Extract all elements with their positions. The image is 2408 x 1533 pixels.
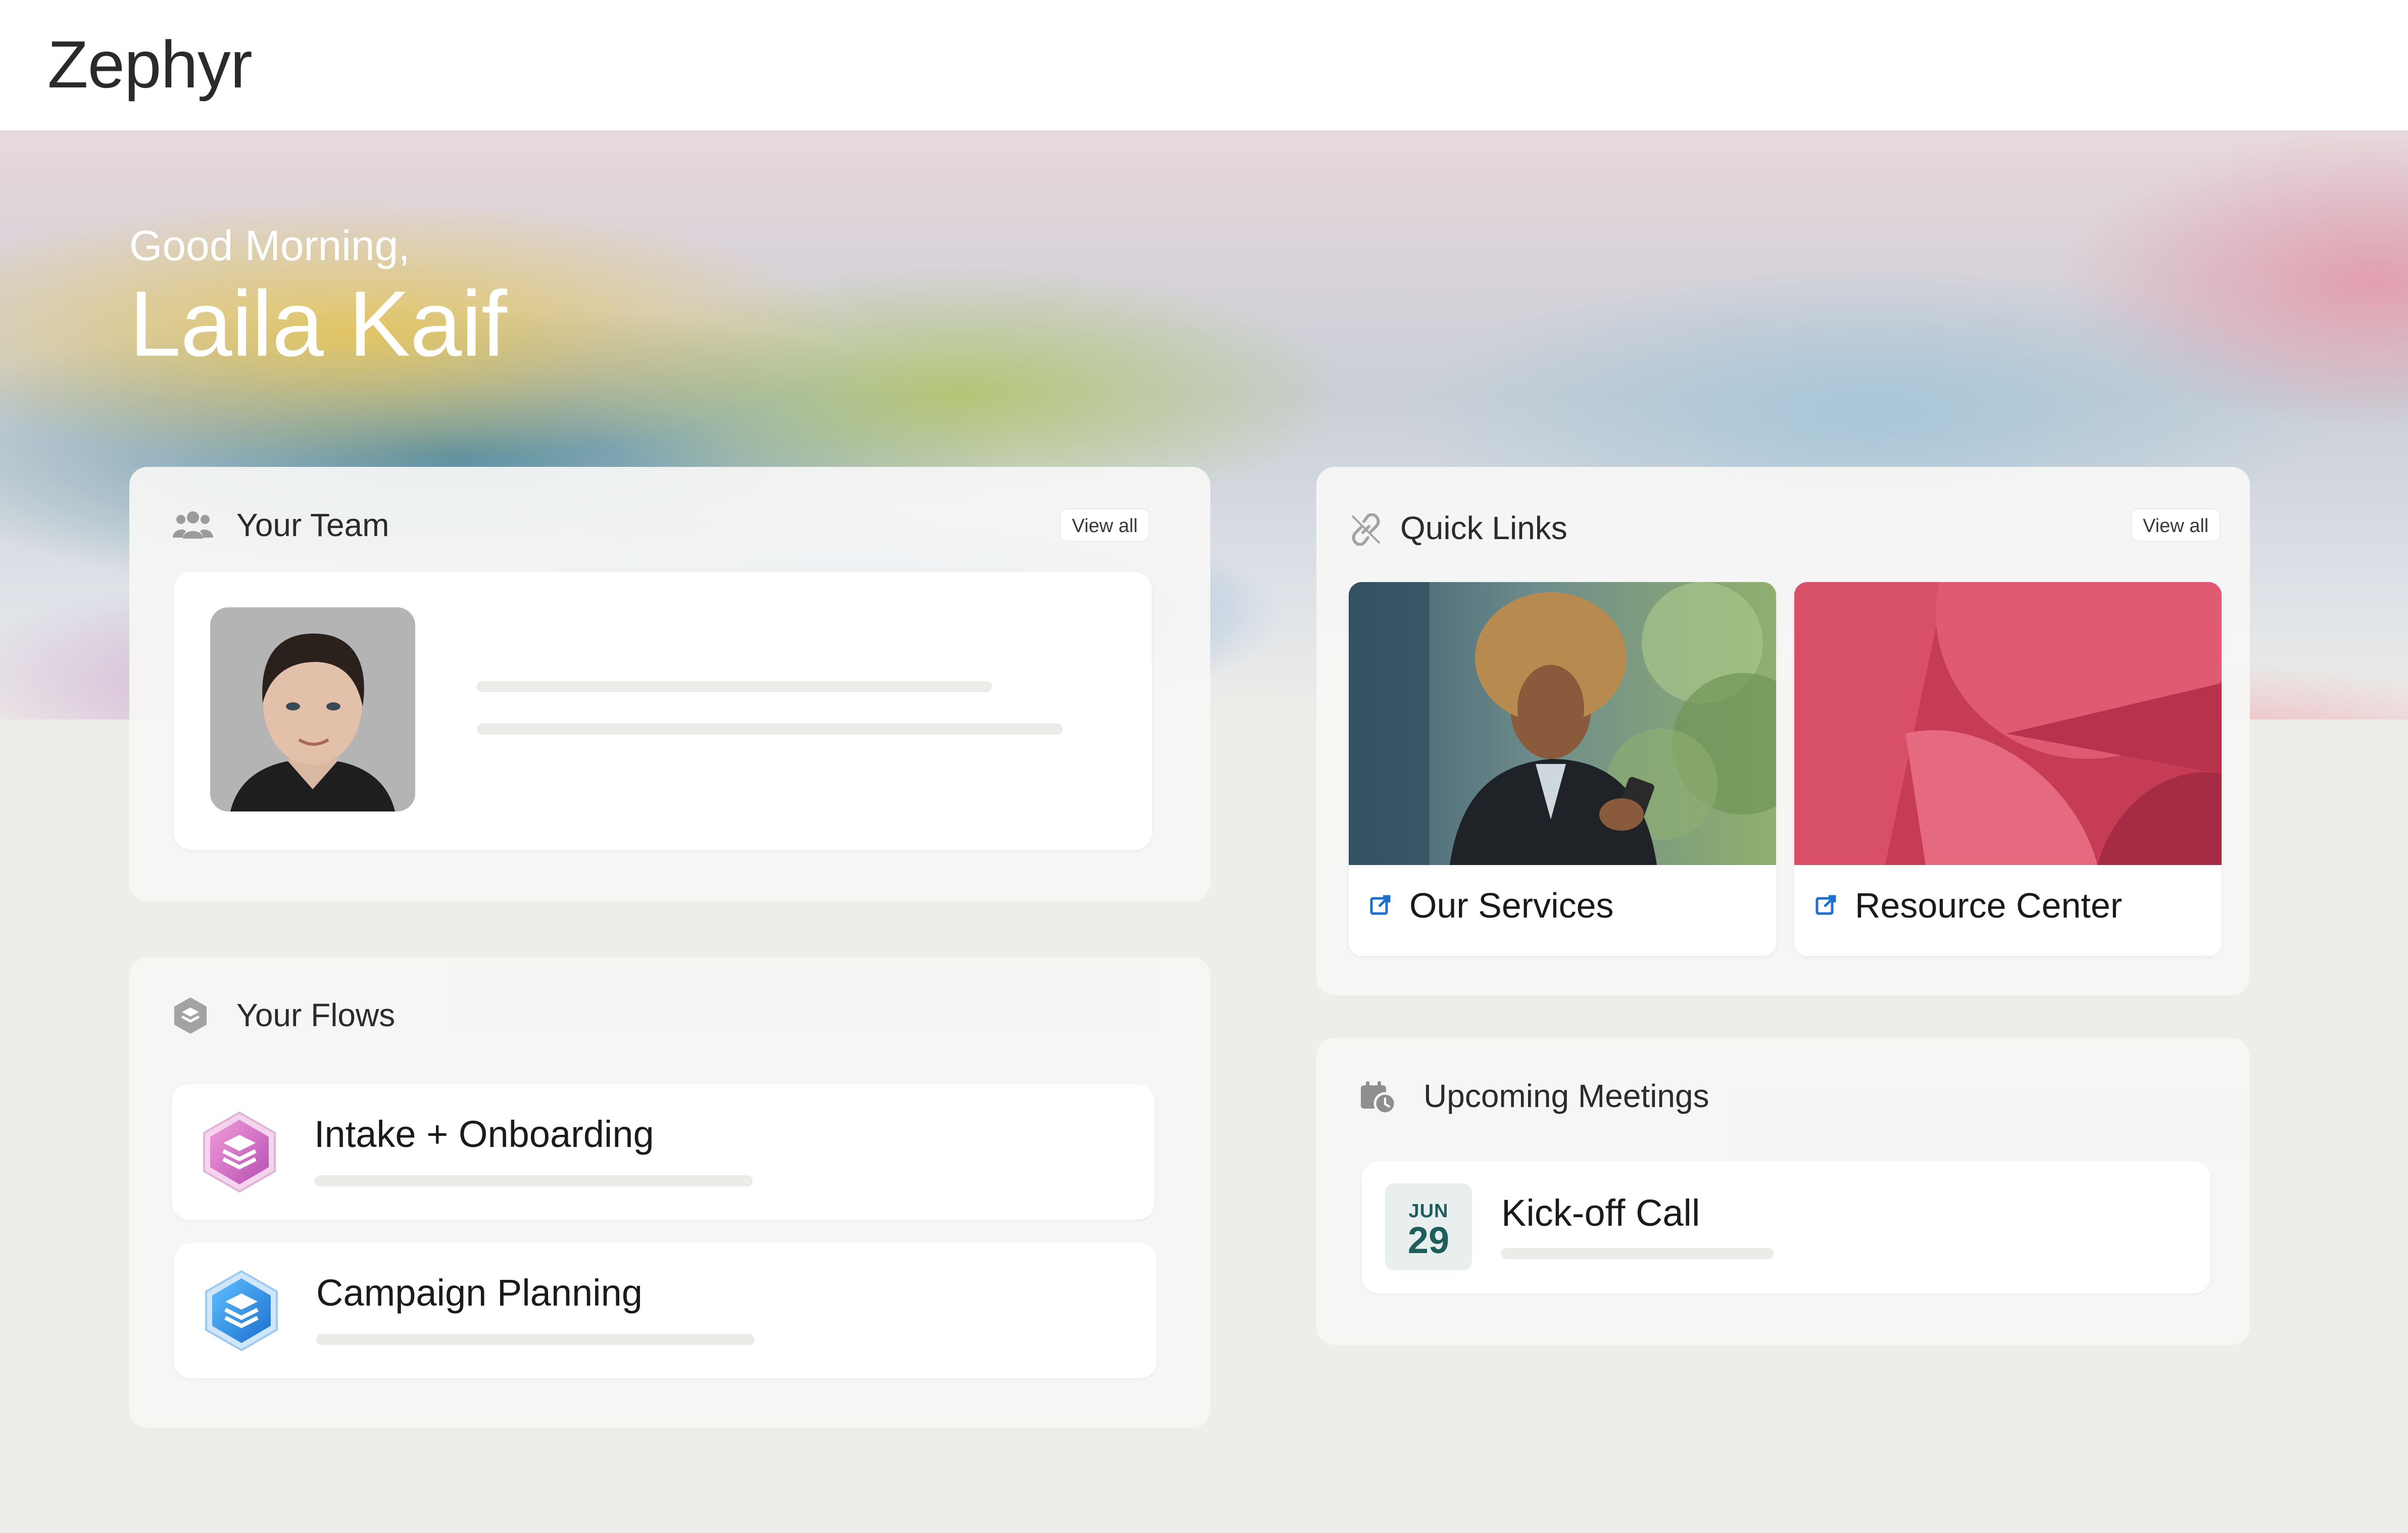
- meeting-title: Kick-off Call: [1501, 1192, 1700, 1234]
- top-bar: Zephyr: [0, 0, 2408, 130]
- quick-link-resource-center[interactable]: Resource Center: [1794, 582, 2222, 956]
- placeholder-line: [1501, 1248, 1774, 1259]
- placeholder-line: [477, 681, 992, 692]
- portrait-image: [210, 607, 415, 811]
- placeholder-line: [314, 1175, 753, 1186]
- placeholder-line: [316, 1334, 755, 1345]
- meetings-title: Upcoming Meetings: [1423, 1078, 1709, 1114]
- quick-link-label: Our Services: [1409, 886, 1614, 925]
- flows-title: Your Flows: [236, 997, 396, 1033]
- layers-hex-icon: [205, 1270, 278, 1352]
- user-name: Laila Kaif: [129, 271, 507, 375]
- flow-item[interactable]: Intake + Onboarding: [172, 1084, 1155, 1220]
- calendar-clock-icon: [1361, 1081, 1396, 1115]
- flow-title: Intake + Onboarding: [314, 1113, 654, 1155]
- team-title: Your Team: [236, 507, 389, 543]
- avatar: [210, 607, 415, 811]
- flow-title: Campaign Planning: [316, 1272, 643, 1314]
- placeholder-line: [477, 724, 1063, 735]
- layers-hex-icon: [203, 1111, 276, 1193]
- brand-logo[interactable]: Zephyr: [47, 26, 253, 103]
- team-card: Your Team View all: [129, 467, 1210, 901]
- quick-links-title: Quick Links: [1400, 510, 1567, 546]
- meeting-item[interactable]: JUN 29 Kick-off Call: [1362, 1161, 2210, 1294]
- resource-photo: [1794, 582, 2222, 865]
- meetings-card: Upcoming Meetings JUN 29 Kick-off Call: [1316, 1038, 2250, 1345]
- date-day: 29: [1407, 1219, 1450, 1261]
- team-member-card[interactable]: [174, 572, 1152, 850]
- external-link-icon: [1370, 895, 1391, 915]
- date-badge: JUN 29: [1385, 1183, 1472, 1270]
- flows-card: Your Flows Intake + Onboarding Campaign …: [129, 957, 1210, 1428]
- link-icon: [1352, 513, 1380, 546]
- quick-links-card: Quick Links View all Our Services Resour…: [1316, 467, 2250, 995]
- quick-link-label: Resource Center: [1855, 886, 2123, 925]
- flows-icon: [174, 997, 207, 1034]
- flow-item[interactable]: Campaign Planning: [174, 1243, 1157, 1378]
- users-icon: [173, 511, 213, 539]
- external-link-icon: [1815, 895, 1836, 915]
- services-photo: [1349, 582, 1776, 865]
- team-view-all-button[interactable]: View all: [1060, 508, 1150, 542]
- quick-link-our-services[interactable]: Our Services: [1349, 582, 1776, 956]
- quick-links-view-all-button[interactable]: View all: [2131, 508, 2221, 542]
- greeting-text: Good Morning,: [129, 222, 410, 269]
